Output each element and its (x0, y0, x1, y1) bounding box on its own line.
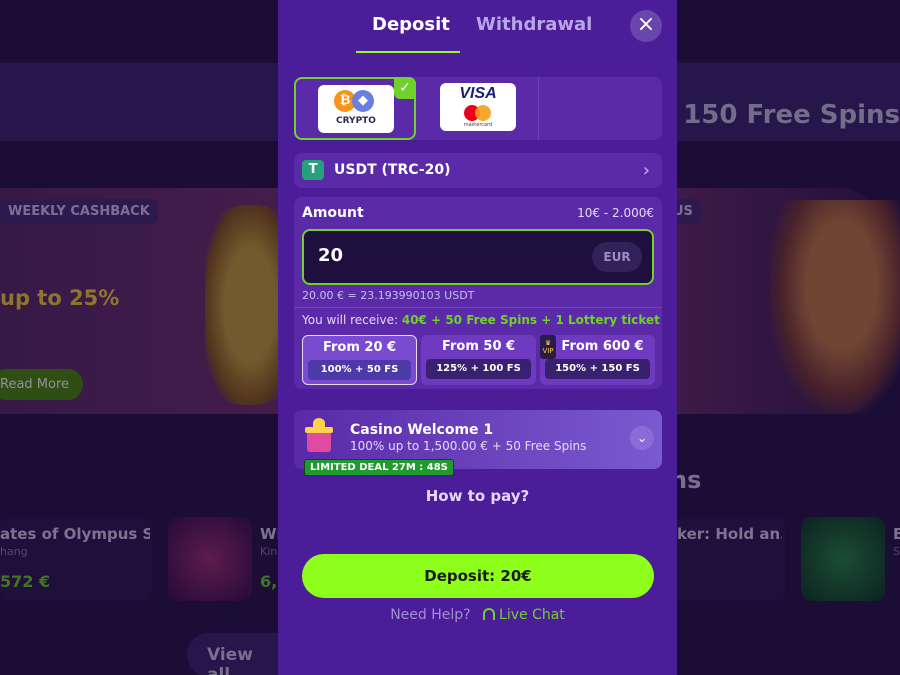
active-tab-indicator (356, 51, 460, 53)
chevron-right-icon: › (642, 160, 650, 181)
method-divider (538, 77, 539, 140)
amount-input[interactable] (318, 245, 578, 266)
ethereum-icon: ◆ (352, 90, 374, 112)
tab-withdrawal[interactable]: Withdrawal (476, 14, 592, 35)
amount-field[interactable]: EUR (302, 229, 654, 285)
check-icon: ✓ (394, 77, 416, 99)
conversion-text: 20.00 € = 23.193990103 USDT (302, 289, 475, 302)
crypto-logo: ₿ ◆ CRYPTO (318, 85, 394, 133)
payment-method-selector: ₿ ◆ CRYPTO ✓ VISA mastercard (294, 77, 662, 140)
bonus-tier-threshold: From 600 € (561, 339, 644, 354)
mastercard-icon-overlap (475, 105, 491, 121)
bonus-tier-reward: 125% + 100 FS (426, 359, 531, 379)
how-to-pay-link[interactable]: How to pay? (278, 487, 677, 505)
bonus-tier-20[interactable]: From 20 € 100% + 50 FS (302, 335, 417, 385)
gift-icon (304, 418, 334, 454)
tab-bar: Deposit Withdrawal × (278, 0, 677, 54)
tab-deposit[interactable]: Deposit (372, 14, 450, 35)
gift-box (307, 430, 331, 452)
visa-mastercard-logo: VISA mastercard (440, 83, 516, 131)
receive-prefix: You will receive: (302, 313, 399, 327)
payment-method-crypto[interactable]: ₿ ◆ CRYPTO ✓ (294, 77, 416, 140)
chevron-down-icon[interactable]: ⌄ (630, 426, 654, 450)
currency-chip: EUR (592, 242, 642, 272)
bonus-tier-reward: 100% + 50 FS (308, 360, 411, 380)
mastercard-label: mastercard (463, 122, 493, 128)
deposit-button[interactable]: Deposit: 20€ (302, 554, 654, 598)
currency-selector[interactable]: T USDT (TRC-20) › (294, 153, 662, 188)
gift-lid (305, 427, 333, 433)
payment-method-card[interactable]: VISA mastercard (418, 77, 538, 140)
close-button[interactable]: × (630, 10, 662, 42)
headset-icon (483, 608, 496, 620)
tether-icon: T (302, 160, 324, 180)
bonus-tier-50[interactable]: From 50 € 125% + 100 FS (421, 335, 536, 385)
crypto-label: CRYPTO (336, 116, 376, 126)
bonus-tier-600[interactable]: ♛ VIP From 600 € 150% + 150 FS (540, 335, 655, 385)
receive-value: 40€ + 50 Free Spins + 1 Lottery ticket (401, 313, 660, 327)
amount-range: 10€ - 2.000€ (577, 206, 654, 220)
help-line: Need Help? Live Chat (278, 607, 677, 623)
help-text: Need Help? (390, 607, 471, 623)
close-icon: × (636, 12, 656, 37)
live-chat-link[interactable]: Live Chat (499, 607, 565, 623)
receive-summary: You will receive: 40€ + 50 Free Spins + … (302, 313, 660, 327)
visa-logo-text: VISA (459, 85, 497, 102)
amount-label: Amount (302, 205, 364, 221)
limited-deal-badge: LIMITED DEAL 27M : 48S (304, 459, 454, 476)
bonus-tier-reward: 150% + 150 FS (545, 359, 650, 379)
currency-label: USDT (TRC-20) (334, 162, 451, 178)
deposit-modal: Deposit Withdrawal × ₿ ◆ CRYPTO ✓ VISA m… (278, 0, 677, 675)
bonus-tier-threshold: From 20 € (322, 340, 397, 355)
divider (294, 307, 662, 308)
welcome-bonus-subtitle: 100% up to 1,500.00 € + 50 Free Spins (350, 439, 587, 453)
welcome-bonus-title: Casino Welcome 1 (350, 422, 494, 438)
bonus-tier-threshold: From 50 € (441, 339, 516, 354)
amount-panel: Amount 10€ - 2.000€ EUR 20.00 € = 23.193… (294, 197, 662, 389)
